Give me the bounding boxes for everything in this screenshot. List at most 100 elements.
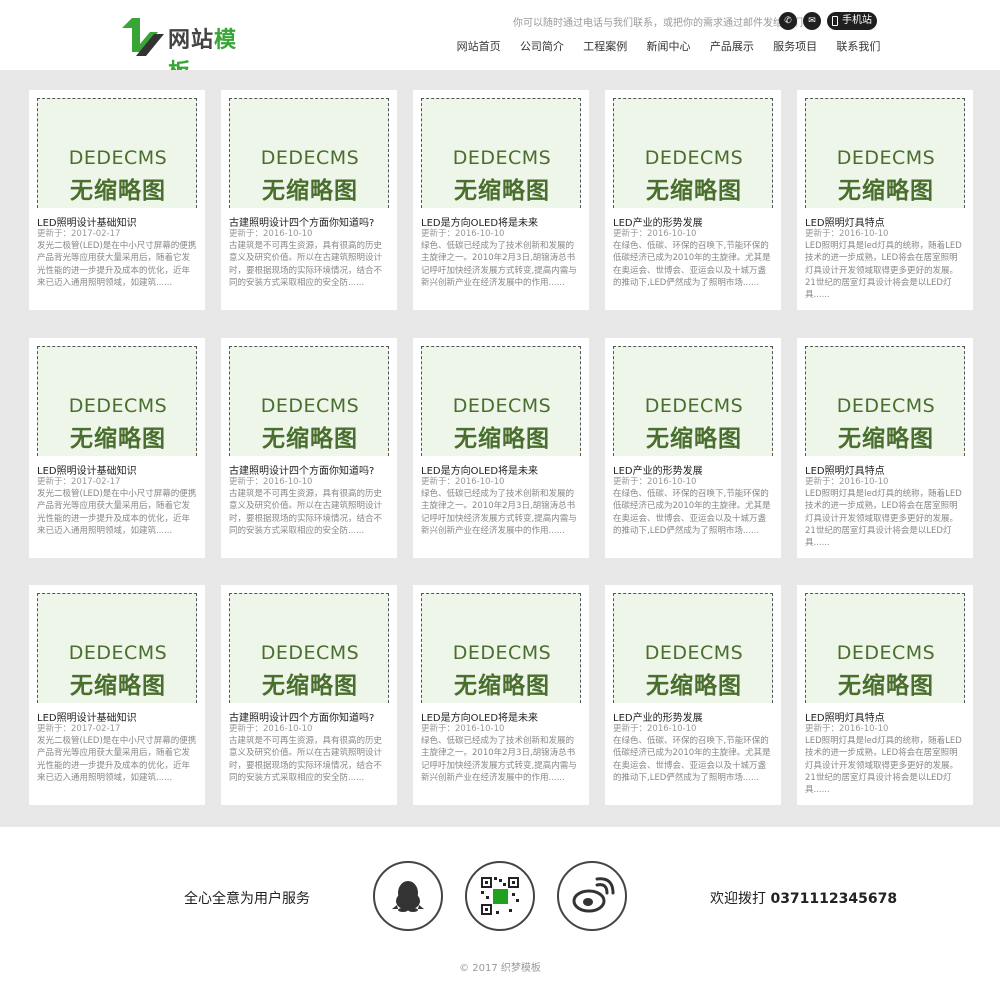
article-thumbnail[interactable]: DEDECMS 无缩略图 <box>613 98 773 208</box>
article-card[interactable]: DEDECMS 无缩略图 LED照明灯具特点 更新于：2016-10-10 LED照明灯… <box>797 338 973 558</box>
article-thumbnail[interactable]: DEDECMS 无缩略图 <box>421 98 581 208</box>
thumb-line-2: 无缩略图 <box>262 178 358 204</box>
thumb-line-2: 无缩略图 <box>454 426 550 452</box>
thumb-line-2: 无缩略图 <box>838 178 934 204</box>
thumb-line-2: 无缩略图 <box>646 178 742 204</box>
thumb-line-1: DEDECMS <box>452 147 552 169</box>
article-thumbnail[interactable]: DEDECMS 无缩略图 <box>229 346 389 456</box>
article-card[interactable]: DEDECMS 无缩略图 古建照明设计四个方面你知道吗? 更新于：2016-10-10… <box>221 585 397 805</box>
article-thumbnail[interactable]: DEDECMS 无缩略图 <box>613 593 773 703</box>
thumb-line-1: DEDECMS <box>68 147 168 169</box>
article-thumbnail[interactable]: DEDECMS 无缩略图 <box>421 346 581 456</box>
article-card[interactable]: DEDECMS 无缩略图 古建照明设计四个方面你知道吗? 更新于：2016-10-10… <box>221 338 397 558</box>
article-card[interactable]: DEDECMS 无缩略图 LED产业的形势发展 更新于：2016-10-10 在绿色、低… <box>605 585 781 805</box>
copyright: © 2017 织梦模板 <box>459 963 541 974</box>
service-slogan: 全心全意为用户服务 <box>184 891 310 907</box>
nav-products[interactable]: 产品展示 <box>700 38 763 54</box>
thumb-line-2: 无缩略图 <box>838 426 934 452</box>
article-thumbnail[interactable]: DEDECMS 无缩略图 <box>229 98 389 208</box>
call-us: 欢迎拨打 0371112345678 <box>710 888 897 908</box>
thumb-line-1: DEDECMS <box>260 395 360 417</box>
article-summary: 在绿色、低碳、环保的召唤下,节能环保的低碳经济已成为2010年的主旋律。尤其是在… <box>613 736 771 783</box>
article-thumbnail[interactable]: DEDECMS 无缩略图 <box>37 593 197 703</box>
article-date: 更新于：2017-02-17 <box>37 229 121 239</box>
thumb-line-2: 无缩略图 <box>454 673 550 699</box>
article-card[interactable]: DEDECMS 无缩略图 LED照明设计基础知识 更新于：2017-02-17 发光二极… <box>29 585 205 805</box>
article-card[interactable]: DEDECMS 无缩略图 LED是方向OLED将是未来 更新于：2016-10-10 绿… <box>413 585 589 805</box>
article-summary: LED照明灯具是led灯具的统称，随着LED技术的进一步成熟，LED将会在居室照… <box>805 489 962 549</box>
article-date: 更新于：2017-02-17 <box>37 724 121 734</box>
thumb-line-1: DEDECMS <box>452 395 552 417</box>
article-thumbnail[interactable]: DEDECMS 无缩略图 <box>613 346 773 456</box>
nav-news[interactable]: 新闻中心 <box>637 38 700 54</box>
article-date: 更新于：2016-10-10 <box>421 229 505 239</box>
thumb-line-2: 无缩略图 <box>70 426 166 452</box>
thumb-line-1: DEDECMS <box>644 395 744 417</box>
article-thumbnail[interactable]: DEDECMS 无缩略图 <box>37 346 197 456</box>
weibo-button[interactable] <box>557 861 627 931</box>
article-summary: 在绿色、低碳、环保的召唤下,节能环保的低碳经济已成为2010年的主旋律。尤其是在… <box>613 241 771 288</box>
site-header: 网站模板 你可以随时通过电话与我们联系，或把你的需求通过邮件发给我们! ✆ ✉ … <box>0 0 1000 85</box>
thumb-line-1: DEDECMS <box>836 395 936 417</box>
thumb-line-1: DEDECMS <box>68 395 168 417</box>
article-grid: DEDECMS 无缩略图 LED照明设计基础知识 更新于：2017-02-17 发光二极… <box>0 70 1000 827</box>
weibo-icon <box>572 877 615 913</box>
article-date: 更新于：2016-10-10 <box>805 477 889 487</box>
mobile-phone-icon <box>832 16 838 26</box>
thumb-line-2: 无缩略图 <box>454 178 550 204</box>
article-card[interactable]: DEDECMS 无缩略图 LED是方向OLED将是未来 更新于：2016-10-10 绿… <box>413 90 589 310</box>
nav-contact[interactable]: 联系我们 <box>827 38 890 54</box>
thumb-line-2: 无缩略图 <box>262 426 358 452</box>
call-label: 欢迎拨打 <box>710 891 766 907</box>
article-card[interactable]: DEDECMS 无缩略图 LED产业的形势发展 更新于：2016-10-10 在绿色、低… <box>605 90 781 310</box>
article-card[interactable]: DEDECMS 无缩略图 LED照明设计基础知识 更新于：2017-02-17 发光二极… <box>29 338 205 558</box>
article-date: 更新于：2016-10-10 <box>229 477 313 487</box>
nav-home[interactable]: 网站首页 <box>447 38 510 54</box>
thumb-line-2: 无缩略图 <box>70 673 166 699</box>
phone-icon[interactable]: ✆ <box>779 12 797 30</box>
article-card[interactable]: DEDECMS 无缩略图 古建照明设计四个方面你知道吗? 更新于：2016-10-10… <box>221 90 397 310</box>
mobile-site-button[interactable]: 手机站 <box>827 12 877 30</box>
site-footer: 全心全意为用户服务 欢迎拨打 0371112345678 © 2017 织梦模板 <box>0 827 1000 983</box>
article-summary: 古建筑是不可再生资源，具有很高的历史意义及研究价值。所以在古建筑照明设计时，要根… <box>229 241 383 288</box>
article-date: 更新于：2016-10-10 <box>421 724 505 734</box>
thumb-line-1: DEDECMS <box>836 642 936 664</box>
article-thumbnail[interactable]: DEDECMS 无缩略图 <box>421 593 581 703</box>
article-card[interactable]: DEDECMS 无缩略图 LED照明灯具特点 更新于：2016-10-10 LED照明灯… <box>797 585 973 805</box>
article-thumbnail[interactable]: DEDECMS 无缩略图 <box>37 98 197 208</box>
article-thumbnail[interactable]: DEDECMS 无缩略图 <box>805 98 965 208</box>
logo-mark-icon <box>122 18 164 56</box>
mail-icon[interactable]: ✉ <box>803 12 821 30</box>
article-date: 更新于：2017-02-17 <box>37 477 121 487</box>
article-date: 更新于：2016-10-10 <box>805 724 889 734</box>
thumb-line-1: DEDECMS <box>644 642 744 664</box>
article-card[interactable]: DEDECMS 无缩略图 LED照明灯具特点 更新于：2016-10-10 LED照明灯… <box>797 90 973 310</box>
article-card[interactable]: DEDECMS 无缩略图 LED照明设计基础知识 更新于：2017-02-17 发光二极… <box>29 90 205 310</box>
thumb-line-1: DEDECMS <box>452 642 552 664</box>
logo-text-primary: 网站 <box>168 28 215 53</box>
article-summary: LED照明灯具是led灯具的统称，随着LED技术的进一步成熟，LED将会在居室照… <box>805 241 962 301</box>
thumb-line-1: DEDECMS <box>260 642 360 664</box>
article-date: 更新于：2016-10-10 <box>421 477 505 487</box>
article-date: 更新于：2016-10-10 <box>229 229 313 239</box>
nav-cases[interactable]: 工程案例 <box>574 38 637 54</box>
article-date: 更新于：2016-10-10 <box>613 477 697 487</box>
thumb-line-2: 无缩略图 <box>262 673 358 699</box>
site-logo[interactable]: 网站模板 <box>120 16 260 85</box>
qq-button[interactable] <box>373 861 443 931</box>
wechat-qr-button[interactable] <box>465 861 535 931</box>
nav-about[interactable]: 公司简介 <box>510 38 573 54</box>
article-summary: 在绿色、低碳、环保的召唤下,节能环保的低碳经济已成为2010年的主旋律。尤其是在… <box>613 489 771 536</box>
qq-penguin-icon <box>392 881 424 912</box>
nav-services[interactable]: 服务项目 <box>763 38 826 54</box>
article-thumbnail[interactable]: DEDECMS 无缩略图 <box>229 593 389 703</box>
article-thumbnail[interactable]: DEDECMS 无缩略图 <box>805 346 965 456</box>
main-nav: 网站首页 公司简介 工程案例 新闻中心 产品展示 服务项目 联系我们 <box>447 38 890 54</box>
article-card[interactable]: DEDECMS 无缩略图 LED是方向OLED将是未来 更新于：2016-10-10 绿… <box>413 338 589 558</box>
article-card[interactable]: DEDECMS 无缩略图 LED产业的形势发展 更新于：2016-10-10 在绿色、低… <box>605 338 781 558</box>
article-thumbnail[interactable]: DEDECMS 无缩略图 <box>805 593 965 703</box>
article-date: 更新于：2016-10-10 <box>613 229 697 239</box>
phone-number[interactable]: 0371112345678 <box>770 891 897 907</box>
thumb-line-2: 无缩略图 <box>646 426 742 452</box>
thumb-line-1: DEDECMS <box>68 642 168 664</box>
